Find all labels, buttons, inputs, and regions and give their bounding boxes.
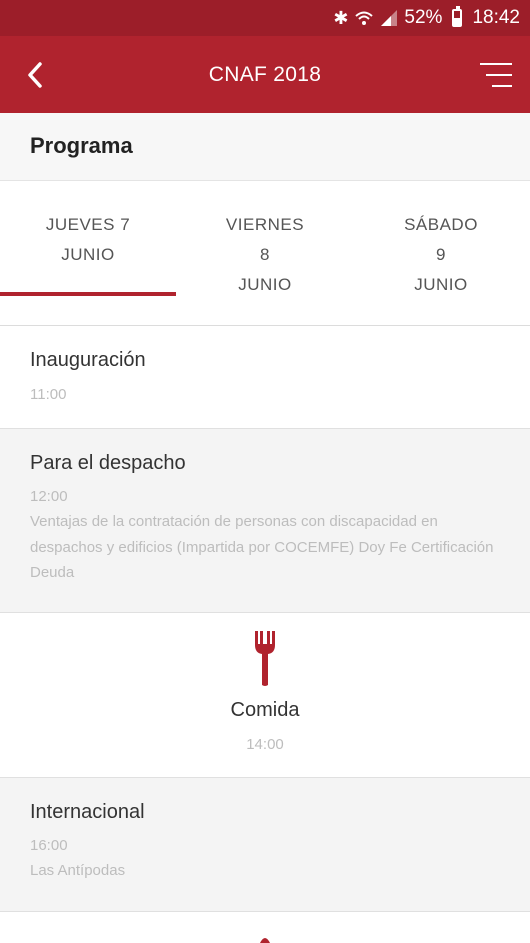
tab-label: JUEVES 7 [45,215,131,234]
page-title: Programa [30,133,133,158]
event-name: Comida [230,699,300,721]
tab-label: VIERNES [225,215,305,234]
day-tabs: JUEVES 7 JUNIO VIERNES 8 JUNIO SÁBADO 9 … [0,182,530,326]
battery-percent: 52% [404,7,443,28]
wifi-icon [355,11,374,25]
tab-saturday[interactable]: SÁBADO 9 JUNIO [353,210,529,300]
section-header: Programa [0,113,530,181]
tab-thursday[interactable]: JUEVES 7 JUNIO [0,210,176,270]
tab-friday[interactable]: VIERNES 8 JUNIO [177,210,353,300]
event-description: Las Antípodas [30,862,126,879]
app-title: CNAF 2018 [208,63,322,86]
event-name: Internacional [30,801,145,823]
tab-label: JUNIO [238,275,292,294]
selected-tab-indicator [0,292,176,296]
status-bar: ✱ 52% 18:42 [0,0,530,36]
signal-icon [381,10,398,26]
bluetooth-icon: ✱ [333,7,349,28]
battery-icon [452,6,463,27]
event-name: Inauguración [30,349,146,371]
event-description: Ventajas de la contratación de personas … [30,513,494,581]
tab-label: 9 [436,245,446,264]
list-item[interactable] [0,912,530,943]
menu-icon[interactable] [480,61,512,89]
fork-icon [255,631,275,686]
tab-label: SÁBADO [404,215,478,234]
drink-icon [260,938,270,943]
event-time: 11:00 [30,386,67,403]
clock: 18:42 [472,7,520,28]
list-item[interactable]: Inauguración 11:00 [0,326,530,429]
event-time: 16:00 [30,837,68,854]
tab-label: 8 [260,245,270,264]
app-bar: CNAF 2018 [0,36,530,113]
tab-label: JUNIO [61,245,115,264]
list-item[interactable]: Comida 14:00 [0,613,530,778]
event-time: 12:00 [30,488,68,505]
event-time: 14:00 [246,736,284,753]
tab-label: JUNIO [414,275,468,294]
list-item[interactable]: Internacional 16:00 Las Antípodas [0,778,530,912]
event-name: Para el despacho [30,452,186,474]
list-item[interactable]: Para el despacho 12:00 Ventajas de la co… [0,429,530,613]
